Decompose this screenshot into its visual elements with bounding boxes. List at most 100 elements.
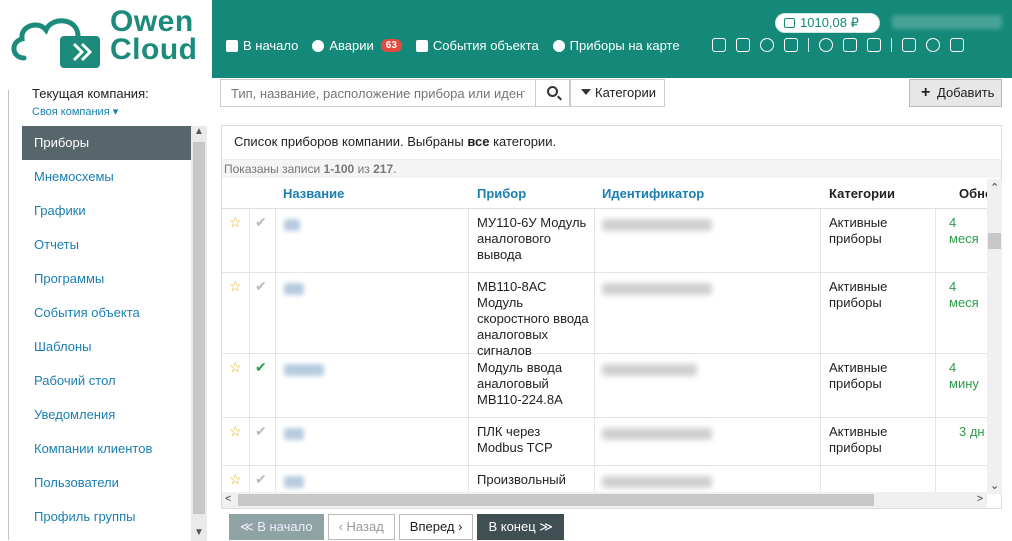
categories-label: Категории xyxy=(595,85,656,100)
sidebar-item-notifications[interactable]: Уведомления xyxy=(22,398,191,432)
device-type: МУ110-6У Модуль аналогового вывода xyxy=(477,215,587,262)
devices-table: Название Прибор Идентификатор Категории … xyxy=(222,179,987,494)
sidebar-item-group-profile[interactable]: Профиль группы xyxy=(22,500,191,534)
device-name-blurred[interactable] xyxy=(284,283,304,295)
map-pin-icon xyxy=(552,39,565,52)
search-button[interactable] xyxy=(535,79,570,107)
email-icon[interactable] xyxy=(819,38,833,52)
shown-range: 1-100 xyxy=(323,162,355,176)
phone-icon[interactable] xyxy=(843,38,857,52)
scroll-right-icon[interactable]: > xyxy=(977,493,983,505)
favorite-star-icon[interactable]: ☆ xyxy=(229,215,243,229)
device-name-blurred[interactable] xyxy=(284,476,304,488)
prev-page-button[interactable]: ‹ Назад xyxy=(327,514,395,540)
next-page-button[interactable]: Вперед › xyxy=(398,514,474,540)
device-type: ПЛК через Modbus TCP xyxy=(477,424,553,455)
first-page-button[interactable]: ≪ В начало xyxy=(229,514,324,540)
sidebar-item-templates[interactable]: Шаблоны xyxy=(22,330,191,364)
wrench-icon[interactable] xyxy=(902,38,916,52)
company-label: Текущая компания: xyxy=(32,86,149,101)
favorite-star-icon[interactable]: ☆ xyxy=(229,472,243,486)
check-icon: ✔ xyxy=(255,471,267,487)
favorite-star-icon[interactable]: ☆ xyxy=(229,279,243,293)
pagination: ≪ В начало ‹ Назад Вперед › В конец ≫ xyxy=(229,514,564,540)
scrollbar-thumb[interactable] xyxy=(988,233,1001,249)
col-identifier-header[interactable]: Идентификатор xyxy=(602,186,704,201)
nav-devices-map[interactable]: Приборы на карте xyxy=(552,38,680,53)
table-row[interactable]: ☆ ✔ ПЛК через Modbus TCP Активные прибор… xyxy=(222,418,987,466)
sidebar-scrollbar[interactable]: ▲ ▼ xyxy=(191,126,207,541)
table-row[interactable]: ☆ ✔ Модуль ввода аналоговый МВ110-224.8А… xyxy=(222,354,987,418)
table-row[interactable]: ☆ ✔ МВ110-8АС Модуль скоростного ввода а… xyxy=(222,273,987,358)
table-header: Название Прибор Идентификатор Категории … xyxy=(222,179,987,209)
brand-line2: Cloud xyxy=(110,33,198,66)
panel-title: Список приборов компании. Выбраны все ка… xyxy=(222,126,1001,160)
sidebar-menu: Приборы Мнемосхемы Графики Отчеты Програ… xyxy=(22,126,191,541)
document-icon[interactable] xyxy=(712,38,726,52)
brand-name: Owen Cloud xyxy=(110,7,198,66)
cloud-logo-icon xyxy=(11,18,100,68)
col-device-header[interactable]: Прибор xyxy=(477,186,526,201)
device-category: Активные приборы xyxy=(829,424,888,455)
identifier-blurred xyxy=(602,283,712,295)
categories-button[interactable]: Категории xyxy=(570,79,665,107)
nav-object-events[interactable]: События объекта xyxy=(415,38,539,53)
sidebar-item-client-companies[interactable]: Компании клиентов xyxy=(22,432,191,466)
logout-icon[interactable] xyxy=(950,38,964,52)
table-row[interactable]: ☆ ✔ МУ110-6У Модуль аналогового вывода А… xyxy=(222,209,987,273)
table-row[interactable]: ☆ ✔ Произвольный xyxy=(222,466,987,494)
nav-home[interactable]: В начало xyxy=(226,38,298,53)
last-page-button[interactable]: В конец ≫ xyxy=(477,514,564,540)
device-name-blurred[interactable] xyxy=(284,219,300,231)
sidebar-item-mnemoschemes[interactable]: Мнемосхемы xyxy=(22,160,191,194)
lock-icon[interactable] xyxy=(736,38,750,52)
user-account-blurred[interactable] xyxy=(892,15,1002,29)
table-vertical-scrollbar[interactable]: ⌃ ⌄ xyxy=(987,179,1002,494)
sidebar-item-devices[interactable]: Приборы xyxy=(22,126,191,160)
sidebar-item-programs[interactable]: Программы xyxy=(22,262,191,296)
nav-home-label: В начало xyxy=(243,38,299,53)
identifier-blurred xyxy=(602,428,712,440)
sidebar-item-object-events[interactable]: События объекта xyxy=(22,296,191,330)
scroll-left-icon[interactable]: < xyxy=(225,493,231,505)
scroll-down-icon[interactable]: ⌄ xyxy=(990,479,999,492)
sidebar-item-reports[interactable]: Отчеты xyxy=(22,228,191,262)
add-button[interactable]: + Добавить xyxy=(909,79,1002,107)
alert-icon xyxy=(312,39,325,52)
device-category: Активные приборы xyxy=(829,215,888,246)
device-type: Модуль ввода аналоговый МВ110-224.8А xyxy=(477,360,563,407)
device-type: МВ110-8АС Модуль скоростного ввода анало… xyxy=(477,279,589,358)
table-horizontal-scrollbar[interactable]: < > xyxy=(222,492,987,508)
identifier-blurred xyxy=(602,219,712,231)
owen-cloud-logo[interactable]: Owen Cloud xyxy=(0,0,212,78)
user-icon[interactable] xyxy=(926,38,940,52)
wallet-icon xyxy=(784,18,795,28)
check-icon: ✔ xyxy=(255,278,267,294)
col-categories-header: Категории xyxy=(829,186,896,201)
scrollbar-thumb[interactable] xyxy=(238,494,874,506)
sidebar-item-desktop[interactable]: Рабочий стол xyxy=(22,364,191,398)
device-name-blurred[interactable] xyxy=(284,364,324,376)
device-name-blurred[interactable] xyxy=(284,428,304,440)
identifier-blurred xyxy=(602,364,697,376)
scroll-up-icon[interactable]: ⌃ xyxy=(990,181,999,194)
col-updated-header[interactable]: Обнов xyxy=(959,186,987,201)
sidebar-item-users[interactable]: Пользователи xyxy=(22,466,191,500)
toolbar-icons xyxy=(712,38,964,52)
sidebar-item-charts[interactable]: Графики xyxy=(22,194,191,228)
chat-icon[interactable] xyxy=(784,38,798,52)
plus-icon: + xyxy=(921,84,931,101)
scrollbar-thumb[interactable] xyxy=(193,142,205,514)
balance-badge[interactable]: 1010,08 ₽ xyxy=(775,13,880,33)
col-name-header[interactable]: Название xyxy=(283,186,344,201)
favorite-star-icon[interactable]: ☆ xyxy=(229,360,243,374)
help-icon[interactable] xyxy=(760,38,774,52)
scroll-down-icon[interactable]: ▼ xyxy=(191,527,207,541)
nav-alarms[interactable]: Аварии 63 xyxy=(312,38,402,53)
scroll-up-icon[interactable]: ▲ xyxy=(191,126,207,140)
search-input[interactable] xyxy=(220,79,536,107)
title-text: Список приборов компании. Выбраны xyxy=(234,134,468,149)
briefcase-icon[interactable] xyxy=(867,38,881,52)
company-dropdown[interactable]: Своя компания ▾ xyxy=(32,105,149,118)
favorite-star-icon[interactable]: ☆ xyxy=(229,424,243,438)
